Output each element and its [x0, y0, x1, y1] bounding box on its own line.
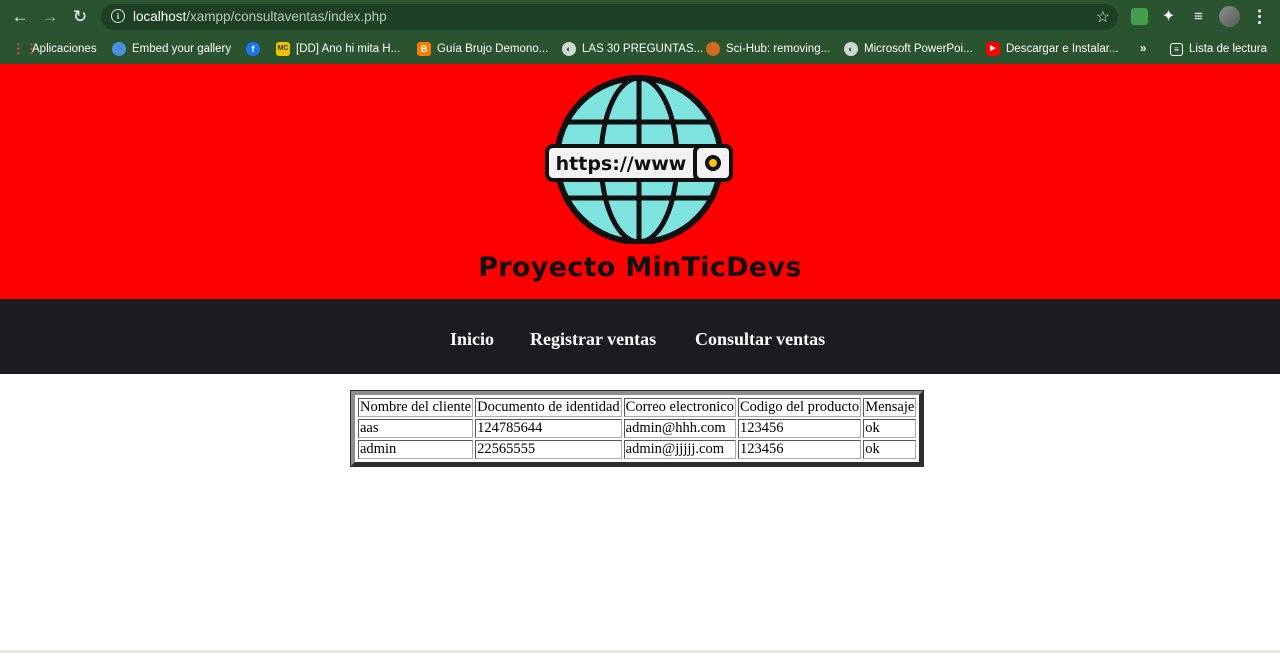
table-cell: 123456 — [737, 419, 862, 438]
bookmark-item[interactable]: ◐ Microsoft PowerPoi... — [844, 41, 973, 57]
extension-icon[interactable] — [1131, 8, 1148, 25]
column-header: Mensaje — [863, 398, 917, 417]
table-cell: 22565555 — [475, 440, 622, 459]
url-host: localhost — [133, 9, 187, 24]
bookmarks-overflow[interactable]: » — [1140, 41, 1146, 57]
bookmark-item[interactable]: B Guía Brujo Demono... — [417, 41, 548, 57]
blogger-icon: B — [417, 42, 431, 56]
bookmark-star-icon[interactable]: ☆ — [1096, 7, 1110, 27]
table-cell: ok — [863, 419, 917, 438]
gallery-icon — [112, 42, 126, 56]
header-banner: https://www Proyecto MinTicDevs — [0, 64, 1280, 299]
bookmark-item[interactable]: ▶ Descargar e Instalar... — [986, 41, 1119, 57]
column-header: Codigo del producto — [737, 398, 862, 417]
column-header: Nombre del cliente — [358, 398, 474, 417]
nav-link-registrar-ventas[interactable]: Registrar ventas — [530, 329, 656, 350]
bookmark-label: [DD] Ano hi mita H... — [296, 43, 401, 55]
bookmark-item[interactable]: ◐ LAS 30 PREGUNTAS... — [562, 41, 703, 57]
column-header: Documento de identidad — [475, 398, 622, 417]
sales-table: Nombre del cliente Documento de identida… — [349, 390, 925, 467]
bookmark-apps[interactable]: ⋮⋮ Aplicaciones — [12, 41, 97, 57]
table-cell: admin@hhh.com — [623, 419, 736, 438]
bookmark-label: Guía Brujo Demono... — [437, 43, 549, 55]
site-logo: https://www — [541, 72, 737, 245]
table-cell: 123456 — [737, 440, 862, 459]
apps-grid-icon: ⋮⋮ — [12, 41, 38, 56]
overflow-chevron-icon: » — [1140, 43, 1147, 55]
site-title: Proyecto MinTicDevs — [478, 252, 802, 283]
table-row: admin 22565555 admin@jjjjj.com 123456 ok — [358, 440, 917, 459]
globe-icon: ◐ — [562, 42, 576, 56]
bookmark-item[interactable]: Sci-Hub: removing... — [706, 41, 830, 57]
bookmarks-bar: ⋮⋮ Aplicaciones Embed your gallery f MC … — [0, 34, 1280, 64]
bookmark-item[interactable]: Embed your gallery — [112, 41, 231, 57]
reload-icon[interactable]: ↻ — [68, 5, 92, 29]
reading-list-label: Lista de lectura — [1189, 43, 1267, 55]
reading-list-icon: ≡ — [1170, 42, 1183, 56]
table-cell: aas — [358, 419, 474, 438]
bookmark-label: Microsoft PowerPoi... — [864, 43, 973, 55]
browser-toolbar: ← → ↻ i localhost/xampp/consultaventas/i… — [0, 0, 1280, 34]
bookmark-label: Sci-Hub: removing... — [726, 43, 831, 55]
bookmark-label: LAS 30 PREGUNTAS... — [582, 43, 704, 55]
nav-link-inicio[interactable]: Inicio — [450, 329, 494, 350]
reading-list[interactable]: ≡ Lista de lectura — [1170, 41, 1267, 57]
kebab-menu-icon[interactable]: ⋮ — [1251, 8, 1268, 25]
table-cell: ok — [863, 440, 917, 459]
scihub-icon — [706, 42, 720, 56]
forward-arrow-icon[interactable]: → — [38, 5, 62, 29]
sales-table-container: Nombre del cliente Documento de identida… — [349, 390, 925, 467]
bookmark-label: Aplicaciones — [32, 43, 97, 55]
table-cell: 124785644 — [475, 419, 622, 438]
url-path: /xampp/consultaventas/index.php — [186, 9, 387, 24]
globe-icon: https://www — [545, 75, 733, 245]
table-cell: admin — [358, 440, 474, 459]
youtube-icon: ▶ — [986, 42, 1000, 56]
facebook-icon: f — [246, 42, 260, 56]
table-cell: admin@jjjjj.com — [623, 440, 736, 459]
table-header-row: Nombre del cliente Documento de identida… — [358, 398, 917, 417]
site-info-icon[interactable]: i — [111, 9, 125, 23]
bookmark-item[interactable]: MC [DD] Ano hi mita H... — [276, 41, 400, 57]
main-nav: Inicio Registrar ventas Consultar ventas — [0, 299, 1280, 374]
address-url: localhost/xampp/consultaventas/index.php — [133, 9, 387, 24]
nav-link-consultar-ventas[interactable]: Consultar ventas — [695, 329, 825, 350]
column-header: Correo electronico — [623, 398, 736, 417]
profile-avatar[interactable] — [1219, 6, 1240, 27]
back-arrow-icon[interactable]: ← — [8, 5, 32, 29]
logo-text: https://www — [556, 153, 687, 175]
address-bar[interactable]: i localhost/xampp/consultaventas/index.p… — [101, 4, 1118, 30]
table-row: aas 124785644 admin@hhh.com 123456 ok — [358, 419, 917, 438]
extensions-puzzle-icon[interactable]: ✦ — [1160, 8, 1177, 25]
globe-icon: ◐ — [844, 42, 858, 56]
mc-icon: MC — [276, 42, 290, 56]
bookmark-item[interactable]: f — [246, 41, 260, 57]
bookmark-label: Embed your gallery — [132, 43, 232, 55]
reading-queue-icon[interactable]: ≡ — [1190, 8, 1207, 25]
bookmark-label: Descargar e Instalar... — [1006, 43, 1119, 55]
